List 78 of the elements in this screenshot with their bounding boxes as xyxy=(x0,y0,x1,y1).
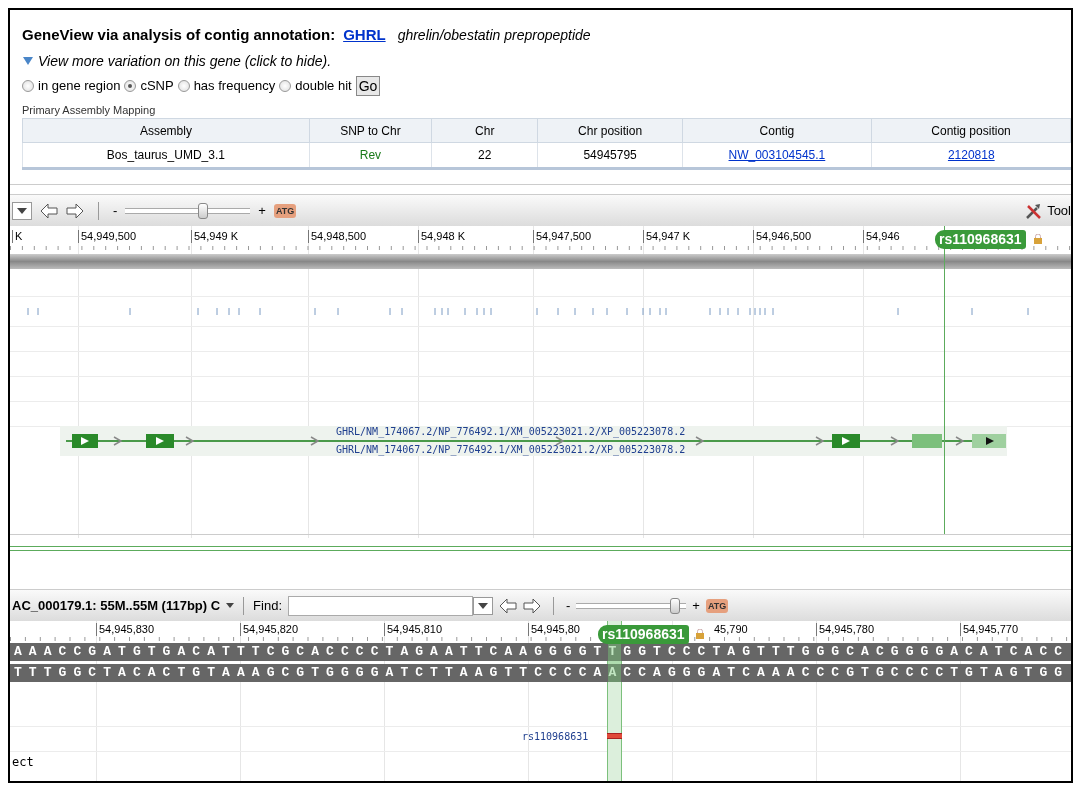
snp-label[interactable]: rs110968631 xyxy=(522,729,589,744)
radio-label: cSNP xyxy=(140,76,174,95)
column-header: Assembly xyxy=(22,118,310,143)
gene-label[interactable]: GHRL/NM_174067.2/NP_776492.1/XM_005223021.2/XP_005223078.2 xyxy=(336,426,686,438)
caret-icon xyxy=(17,207,27,214)
radio-button[interactable] xyxy=(22,79,34,92)
table-link[interactable]: 2120818 xyxy=(947,148,995,162)
toolbar-divider xyxy=(553,596,554,615)
ruler-label: 54,948,500 xyxy=(308,230,367,243)
ruler-label: 45,790 xyxy=(713,623,748,636)
zoom-in-button[interactable]: + xyxy=(258,200,266,221)
ruler-label: 54,945,770 xyxy=(960,623,1019,636)
column-header: SNP to Chr xyxy=(309,118,432,143)
lock-icon xyxy=(1034,234,1042,244)
column-header: Chr position xyxy=(537,118,683,143)
dropdown-button[interactable] xyxy=(12,201,32,220)
zoom-out-button[interactable]: - xyxy=(113,200,118,221)
ruler-label: 54,945,780 xyxy=(816,623,875,636)
forward-arrow-icon xyxy=(523,597,541,614)
column-header: Contig xyxy=(682,118,872,143)
marker-label[interactable]: rs110968631 xyxy=(935,230,1026,249)
column-header: Chr xyxy=(431,118,538,143)
atg-button[interactable]: ATG xyxy=(273,203,297,218)
ruler-label: 54,946 xyxy=(863,230,900,243)
toolbar-divider xyxy=(98,201,99,220)
ruler-label: 54,949,500 xyxy=(78,230,137,243)
radio-label: in gene region xyxy=(38,76,121,95)
table-cell: Bos_taurus_UMD_3.1 xyxy=(106,148,225,162)
radio-label: has frequency xyxy=(193,76,276,95)
back-arrow-icon xyxy=(40,202,58,219)
slider-thumb[interactable] xyxy=(197,202,208,219)
slider-thumb[interactable] xyxy=(670,597,681,614)
table-cell: Rev xyxy=(359,148,382,162)
radio-button[interactable] xyxy=(177,79,190,92)
tools-button[interactable]: Tool xyxy=(1025,200,1071,221)
page-title: GeneView via analysis of contig annotation: xyxy=(22,25,336,45)
ruler-label: 54,947,500 xyxy=(533,230,592,243)
table-caption: Primary Assembly Mapping xyxy=(22,102,157,118)
toolbar-divider xyxy=(243,596,245,615)
forward-arrow-icon xyxy=(66,202,84,219)
find-field[interactable] xyxy=(288,595,473,616)
marker-label[interactable]: rs110968631 xyxy=(598,625,689,644)
region-dropdown[interactable]: AC_000179.1: 55M..55M (117bp) C xyxy=(12,595,221,616)
gene-link[interactable]: GHRL xyxy=(343,24,386,47)
back-arrow-icon xyxy=(499,597,517,614)
zoom-out-button[interactable]: - xyxy=(566,595,571,616)
ruler-label: 54,949 K xyxy=(191,230,239,243)
toggle-link[interactable]: View more variation on this gene (click to hide). xyxy=(38,50,332,72)
caret-icon xyxy=(226,603,235,608)
atg-button[interactable]: ATG xyxy=(705,598,729,613)
table-cell: 22 xyxy=(478,148,492,162)
gene-label[interactable]: GHRL/NM_174067.2/NP_776492.1/XM_005223021.2/XP_005223078.2 xyxy=(336,444,686,456)
ruler-label: 54,945,830 xyxy=(96,623,155,636)
radio-label: double hit xyxy=(295,76,352,95)
dropdown-button[interactable] xyxy=(473,596,493,615)
ruler-label: K xyxy=(12,230,23,243)
go-button[interactable]: Go xyxy=(355,75,381,96)
tools-label: Tool xyxy=(1047,201,1071,220)
gene-description: ghrelin/obestatin prepropeptide xyxy=(397,26,591,45)
column-header: Contig position xyxy=(871,118,1071,143)
sequence-strand: AAACCGATGTGACATTTCGCACCCCTAGAATTCAAGGGGTTGGTCCCTAGTTTGGGCACGGGGACATCACC xyxy=(10,643,1071,661)
zoom-in-button[interactable]: + xyxy=(692,595,700,616)
snp-marker[interactable] xyxy=(607,733,622,739)
ruler-label: 54,948 K xyxy=(418,230,466,243)
find-label: Find: xyxy=(253,596,282,615)
ruler-label: 54,947 K xyxy=(643,230,691,243)
radio-button[interactable] xyxy=(279,79,292,92)
sequence-strand: TTTGGCTACACTGTAAAGCGTGGGGATCTTAAGTTCCCCAACCAGGGATCAAACCCGTGCCCCTGTAGTGG xyxy=(10,664,1071,682)
lock-icon xyxy=(696,629,704,639)
caret-icon xyxy=(478,602,488,609)
ruler-label: 54,945,80 xyxy=(528,623,580,636)
ruler-label: 54,945,810 xyxy=(384,623,443,636)
table-link[interactable]: NW_003104545.1 xyxy=(728,148,826,162)
ruler-label: 54,945,820 xyxy=(240,623,299,636)
table-cell: 54945795 xyxy=(583,148,637,162)
track-label: ect xyxy=(12,754,34,771)
radio-button[interactable] xyxy=(124,79,137,92)
ruler-label: 54,946,500 xyxy=(753,230,812,243)
